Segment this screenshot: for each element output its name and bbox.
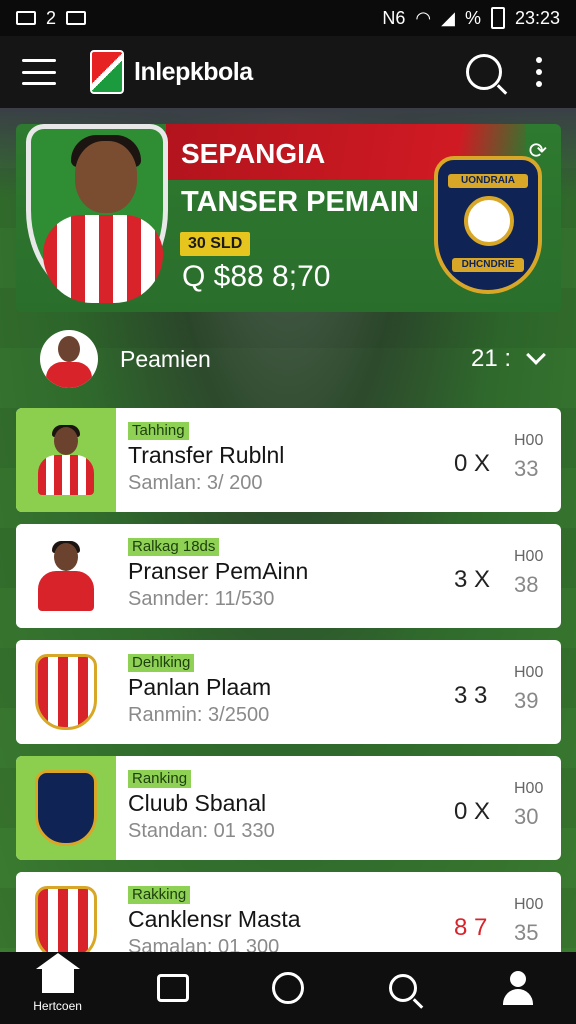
hero-value: Q $88 8;70 bbox=[182, 260, 331, 293]
item-subtitle: Sannder: 11/530 bbox=[128, 588, 275, 610]
app-logo bbox=[90, 50, 124, 94]
image-icon bbox=[16, 11, 36, 25]
item-title: Transfer Rublnl bbox=[128, 442, 285, 468]
crest-emblem bbox=[464, 196, 514, 246]
nav-center[interactable] bbox=[248, 952, 328, 1024]
search-icon[interactable] bbox=[466, 54, 502, 90]
menu-icon[interactable] bbox=[22, 59, 56, 85]
circle-icon bbox=[271, 972, 304, 1004]
item-stat: 0 X bbox=[454, 450, 491, 477]
item-tag: Tahhing bbox=[128, 422, 189, 440]
status-bar: 2 N6 ◠ ◢ % 23:23 bbox=[0, 0, 576, 36]
list-thumb bbox=[16, 756, 116, 860]
nav-profile[interactable] bbox=[478, 952, 558, 1024]
item-title: Cluub Sbanal bbox=[128, 790, 267, 816]
item-meta-top: H00 bbox=[514, 432, 544, 449]
hero-card[interactable]: SEPANGIA TANSER PEMAIN 30 SLD Q $88 8;70… bbox=[16, 124, 561, 312]
item-meta-bottom: 38 bbox=[514, 572, 539, 597]
item-meta-bottom: 35 bbox=[514, 920, 539, 945]
item-meta-bottom: 30 bbox=[514, 804, 539, 829]
item-meta-top: H00 bbox=[514, 664, 544, 681]
club-crest: UONDRAIA DHCNDRIE bbox=[434, 156, 542, 294]
bottom-nav: Hertcoen bbox=[0, 952, 576, 1024]
item-stat: 0 X bbox=[454, 798, 491, 825]
nav-home-label: Hertcoen bbox=[33, 999, 82, 1013]
player-jersey bbox=[43, 215, 163, 303]
battery-label: % bbox=[464, 7, 481, 28]
item-meta-top: H00 bbox=[514, 780, 544, 797]
item-title: Panlan Plaam bbox=[128, 674, 272, 700]
wifi-icon: ◠ bbox=[415, 7, 432, 28]
crest-top-text: UONDRAIA bbox=[448, 174, 528, 188]
screen: 2 N6 ◠ ◢ % 23:23 lnlepkbola SEPANGIA TAN… bbox=[0, 0, 576, 1024]
nav-transfers[interactable] bbox=[133, 952, 213, 1024]
list-thumb bbox=[16, 408, 116, 512]
hero-badge: 30 SLD bbox=[180, 232, 251, 256]
avatar bbox=[40, 330, 98, 388]
list-item[interactable]: Ranking Cluub Sbanal Standan: 01 330 0 X… bbox=[16, 756, 561, 860]
crest-bottom-text: DHCNDRIE bbox=[452, 258, 524, 272]
hero-title: SEPANGIA bbox=[181, 138, 326, 169]
app-title: lnlepkbola bbox=[134, 57, 253, 86]
item-tag: Dehlking bbox=[128, 654, 195, 672]
profile-icon bbox=[501, 971, 535, 1005]
item-stat: 3 3 bbox=[454, 682, 488, 709]
status-left-text: 2 bbox=[46, 7, 57, 28]
list-item[interactable]: Dehlking Panlan Plaam Ranmin: 3/2500 3 3… bbox=[16, 640, 561, 744]
summary-count: 21 : bbox=[470, 345, 511, 372]
player-shield bbox=[26, 124, 168, 303]
list-thumb bbox=[16, 524, 116, 628]
item-title: Canklensr Masta bbox=[128, 906, 301, 932]
app-bar: lnlepkbola bbox=[0, 36, 576, 108]
transfer-icon bbox=[156, 974, 189, 1002]
more-options-icon[interactable] bbox=[536, 57, 542, 87]
item-subtitle: Ranmin: 3/2500 bbox=[128, 704, 270, 726]
club-crest-icon bbox=[35, 886, 97, 962]
battery-icon bbox=[490, 7, 505, 29]
player-face bbox=[75, 141, 137, 213]
search-icon bbox=[389, 974, 418, 1002]
gallery-icon bbox=[66, 11, 87, 25]
list-item[interactable]: Ralkag 18ds Pranser PemAinn Sannder: 11/… bbox=[16, 524, 561, 628]
summary-row[interactable]: Peamien 21 : bbox=[16, 318, 561, 400]
transfer-list: Tahhing Transfer Rublnl Samlan: 3/ 200 0… bbox=[16, 408, 561, 988]
nav-home[interactable]: Hertcoen bbox=[18, 952, 98, 1024]
club-crest-icon bbox=[35, 770, 97, 846]
list-item[interactable]: Tahhing Transfer Rublnl Samlan: 3/ 200 0… bbox=[16, 408, 561, 512]
home-icon bbox=[35, 953, 80, 993]
item-tag: Ralkag 18ds bbox=[128, 538, 220, 556]
status-time: 23:23 bbox=[514, 7, 560, 28]
player-avatar bbox=[36, 541, 96, 611]
item-meta-top: H00 bbox=[514, 548, 544, 565]
item-meta-bottom: 33 bbox=[514, 456, 539, 481]
item-subtitle: Samlan: 3/ 200 bbox=[128, 472, 263, 494]
network-label: N6 bbox=[382, 7, 406, 28]
signal-icon: ◢ bbox=[441, 7, 455, 28]
nav-search[interactable] bbox=[363, 952, 443, 1024]
list-thumb bbox=[16, 640, 116, 744]
item-tag: Rakking bbox=[128, 886, 191, 904]
player-avatar bbox=[36, 425, 96, 495]
club-crest-icon bbox=[35, 654, 97, 730]
item-meta-top: H00 bbox=[514, 896, 544, 913]
item-stat: 8 7 bbox=[454, 914, 488, 941]
item-title: Pranser PemAinn bbox=[128, 558, 309, 584]
item-meta-bottom: 39 bbox=[514, 688, 539, 713]
hero-subtitle: TANSER PEMAIN bbox=[181, 186, 419, 218]
summary-label: Peamien bbox=[120, 345, 211, 372]
chevron-down-icon[interactable] bbox=[526, 345, 546, 365]
item-stat: 3 X bbox=[454, 566, 491, 593]
item-tag: Ranking bbox=[128, 770, 192, 788]
item-subtitle: Standan: 01 330 bbox=[128, 820, 275, 842]
